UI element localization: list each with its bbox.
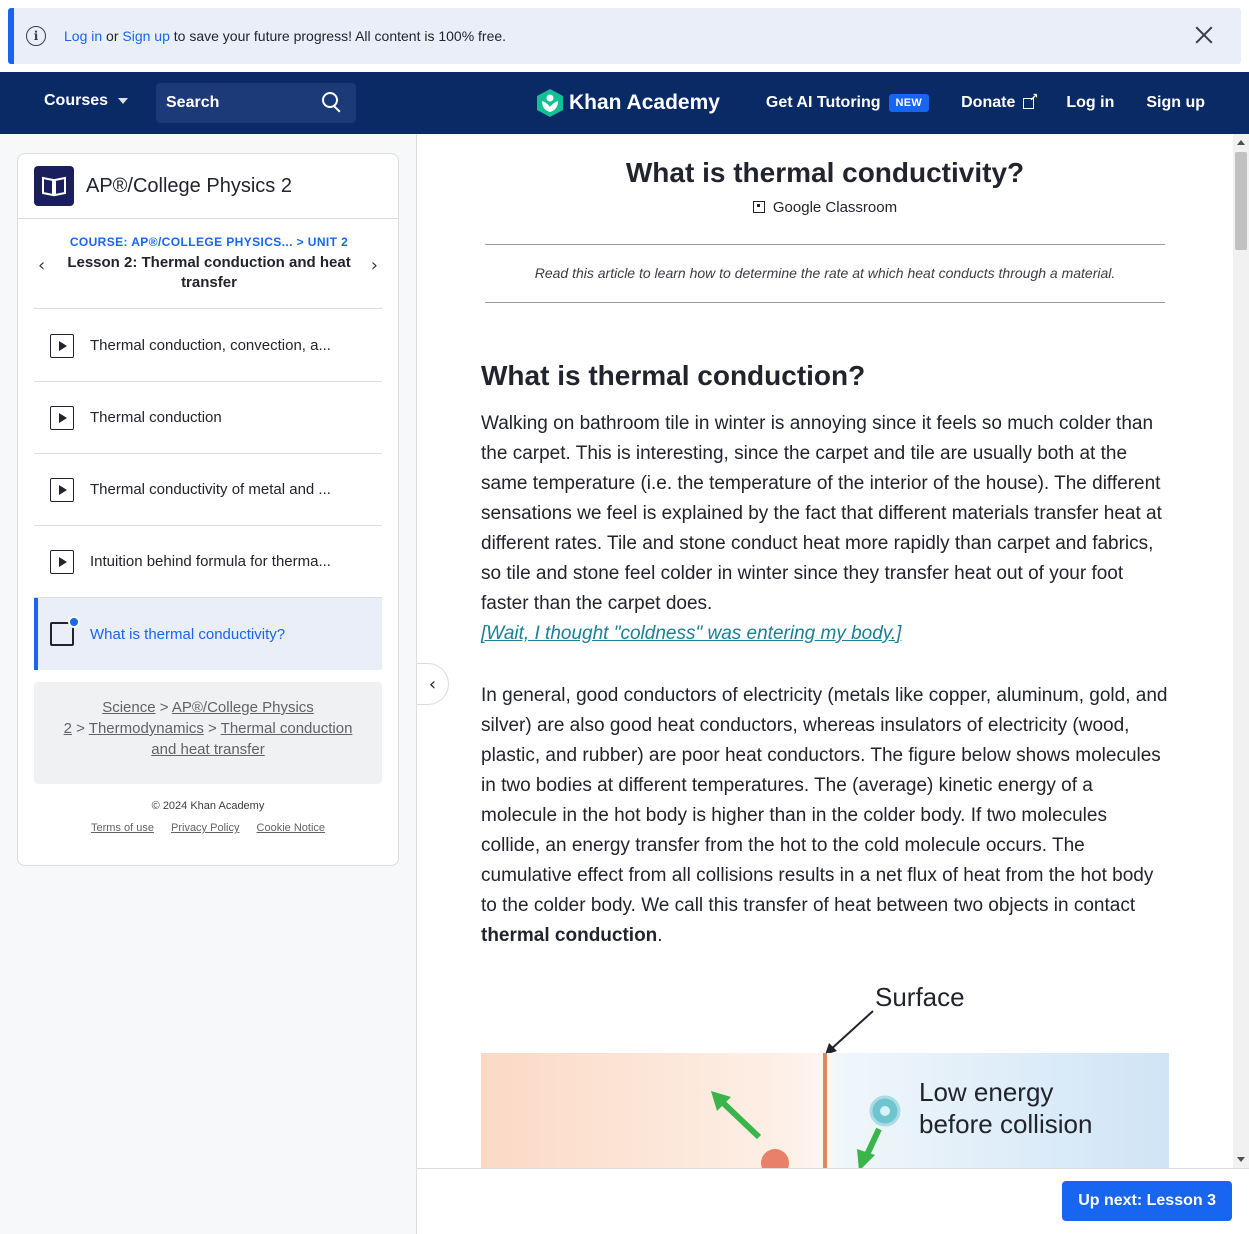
- list-item-label: Intuition behind formula for therma...: [90, 553, 331, 570]
- course-unit-crumb[interactable]: COURSE: AP®/COLLEGE PHYSICS... > UNIT 2: [64, 235, 354, 249]
- list-item[interactable]: Intuition behind formula for therma...: [34, 526, 382, 598]
- banner-login-link[interactable]: Log in: [64, 28, 102, 44]
- breadcrumb-lesson-cont[interactable]: and heat transfer: [151, 741, 264, 758]
- paragraph-1-text: Walking on bathroom tile in winter is an…: [481, 413, 1162, 614]
- chevron-right-icon[interactable]: ›: [371, 255, 378, 276]
- breadcrumb-lesson[interactable]: Thermal conduction: [221, 720, 353, 737]
- paragraph-1: Walking on bathroom tile in winter is an…: [481, 409, 1171, 649]
- copyright: © 2024 Khan Academy: [151, 800, 265, 812]
- breadcrumb-separator: >: [208, 720, 217, 737]
- figure-surface-label: Surface: [875, 982, 965, 1012]
- list-item-label: Thermal conduction, convection, a...: [90, 337, 331, 354]
- course-title: AP®/College Physics 2: [86, 174, 292, 197]
- info-icon: i: [26, 26, 46, 46]
- khan-logo-icon: [537, 89, 563, 117]
- breadcrumb-science[interactable]: Science: [102, 699, 155, 716]
- lesson-title: Lesson 2: Thermal conduction and heat tr…: [67, 254, 351, 291]
- lesson-items: Thermal conduction, convection, a... The…: [34, 310, 382, 670]
- breadcrumb-separator: >: [76, 720, 85, 737]
- article-intro: Read this article to learn how to determ…: [485, 244, 1165, 303]
- scrollbar[interactable]: [1233, 134, 1249, 1168]
- breadcrumb-course-cont[interactable]: 2: [64, 720, 72, 737]
- bottom-bar: Up next: Lesson 3: [417, 1168, 1249, 1234]
- page-title: What is thermal conductivity?: [625, 157, 1025, 188]
- paragraph-2: In general, good conductors of electrici…: [481, 681, 1171, 951]
- courses-label: Courses: [44, 92, 109, 109]
- banner-message: Log in or Sign up to save your future pr…: [64, 28, 506, 44]
- coldness-explanation-link[interactable]: [Wait, I thought "coldness" was entering…: [481, 623, 901, 644]
- google-classroom-label: Google Classroom: [772, 199, 898, 216]
- donate-label: Donate: [961, 94, 1016, 111]
- list-item-label: What is thermal conductivity?: [90, 625, 286, 643]
- section-heading: What is thermal conduction?: [481, 360, 866, 391]
- donate-link[interactable]: Donate: [961, 91, 1038, 112]
- list-item-label: Thermal conduction: [90, 409, 222, 426]
- book-icon: [34, 166, 74, 206]
- ai-tutoring-link[interactable]: Get AI Tutoring NEW: [765, 94, 930, 112]
- top-nav: Courses Search Khan Academy Get AI Tutor…: [0, 72, 1249, 134]
- article-icon: [50, 616, 80, 646]
- scrollbar-thumb[interactable]: [1235, 152, 1247, 250]
- breadcrumb-course[interactable]: AP®/College Physics: [172, 699, 314, 716]
- low-energy-line-2: before collision: [919, 1109, 1093, 1139]
- banner-rest-text: to save your future progress! All conten…: [173, 28, 507, 44]
- video-play-icon: [50, 333, 74, 358]
- figure-energy-label: Low energy before collision: [919, 1076, 1092, 1140]
- scroll-up-icon[interactable]: [1237, 140, 1245, 145]
- list-item-active[interactable]: What is thermal conductivity?: [34, 598, 382, 670]
- lesson-navigator: ‹ COURSE: AP®/COLLEGE PHYSICS... > UNIT …: [34, 219, 382, 309]
- molecule-collision-icon: [711, 1091, 901, 1168]
- breadcrumb-unit[interactable]: Thermodynamics: [89, 720, 204, 737]
- molecule-collision-figure: Surface Low energy before collision: [481, 979, 1169, 1168]
- banner-or-text: or: [106, 28, 119, 44]
- chevron-left-icon: ‹: [428, 673, 437, 695]
- list-item-label: Thermal conductivity of metal and ...: [90, 481, 331, 498]
- thermal-conduction-term: thermal conduction: [481, 925, 658, 946]
- article-content: What is thermal conductivity? Google Cla…: [417, 134, 1233, 1168]
- google-classroom-button[interactable]: Google Classroom: [417, 199, 1233, 216]
- new-badge: NEW: [888, 94, 930, 112]
- close-icon[interactable]: [1193, 24, 1215, 46]
- banner-area: i Log in or Sign up to save your future …: [0, 0, 1249, 72]
- header-login-link[interactable]: Log in: [1066, 94, 1114, 112]
- course-sidebar: AP®/College Physics 2 ‹ COURSE: AP®/COLL…: [17, 153, 399, 866]
- up-next-button[interactable]: Up next: Lesson 3: [1062, 1181, 1232, 1221]
- course-header[interactable]: AP®/College Physics 2: [18, 154, 398, 219]
- video-play-icon: [50, 405, 74, 430]
- list-item[interactable]: Thermal conduction: [34, 382, 382, 454]
- list-item[interactable]: Thermal conduction, convection, a...: [34, 310, 382, 382]
- surface-arrow-icon: [825, 1010, 874, 1055]
- search-input[interactable]: Search: [156, 83, 356, 123]
- header-actions: Get AI Tutoring NEW Donate Log in Sign u…: [766, 72, 1205, 134]
- video-play-icon: [50, 549, 74, 574]
- logo-text: Khan Academy: [569, 91, 720, 114]
- chevron-left-icon[interactable]: ‹: [38, 255, 45, 276]
- paragraph-2-end: .: [657, 925, 663, 946]
- chevron-down-icon: [118, 98, 129, 104]
- header-signup-link[interactable]: Sign up: [1146, 94, 1205, 112]
- google-classroom-icon: [752, 201, 765, 213]
- search-icon[interactable]: [322, 92, 344, 114]
- breadcrumb-separator: >: [159, 699, 169, 716]
- khan-academy-logo[interactable]: Khan Academy: [537, 89, 720, 117]
- breadcrumb: Science > AP®/College Physics 2 > Thermo…: [34, 682, 382, 784]
- video-play-icon: [50, 477, 74, 502]
- cookie-link[interactable]: Cookie Notice: [257, 822, 325, 834]
- paragraph-2-text: In general, good conductors of electrici…: [481, 685, 1168, 916]
- search-placeholder: Search: [166, 94, 220, 111]
- courses-menu-button[interactable]: Courses: [44, 92, 129, 110]
- checkmark-icon: [68, 616, 80, 628]
- footer-links: Terms of use Privacy Policy Cookie Notic…: [18, 822, 398, 834]
- banner-signup-link[interactable]: Sign up: [122, 28, 169, 44]
- save-progress-banner: i Log in or Sign up to save your future …: [8, 8, 1241, 64]
- external-link-icon: [1023, 91, 1038, 109]
- terms-link[interactable]: Terms of use: [91, 822, 154, 834]
- ai-tutoring-label: Get AI Tutoring: [765, 94, 881, 111]
- privacy-link[interactable]: Privacy Policy: [171, 822, 239, 834]
- list-item[interactable]: Thermal conductivity of metal and ...: [34, 454, 382, 526]
- low-energy-line-1: Low energy: [919, 1077, 1054, 1107]
- scroll-down-icon[interactable]: [1237, 1157, 1245, 1162]
